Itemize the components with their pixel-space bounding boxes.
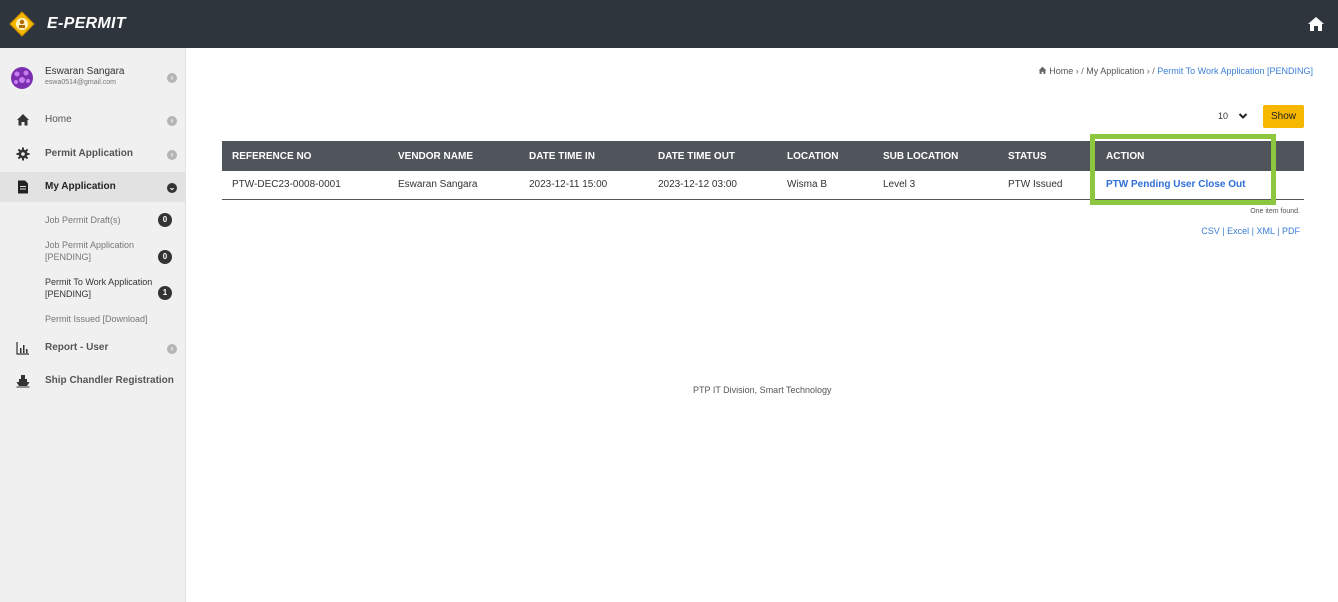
breadcrumb-separator: › / xyxy=(1073,66,1087,76)
cell-date-time-out: 2023-12-12 03:00 xyxy=(648,171,777,200)
logo-icon xyxy=(9,11,35,37)
table-row: PTW-DEC23-0008-0001 Eswaran Sangara 2023… xyxy=(222,171,1304,200)
subitem-label: Permit Issued [Download] xyxy=(45,314,148,324)
breadcrumb: Home › / My Application › / Permit To Wo… xyxy=(1038,66,1313,76)
breadcrumb-my-application[interactable]: My Application xyxy=(1086,66,1144,76)
sidebar-subitem-permit-to-work-pending[interactable]: Permit To Work Application [PENDING] 1 xyxy=(0,274,186,302)
sidebar-subitem-permit-issued[interactable]: Permit Issued [Download] xyxy=(0,311,186,327)
home-icon xyxy=(16,113,30,127)
export-excel-link[interactable]: Excel xyxy=(1227,226,1249,236)
document-icon xyxy=(16,180,30,194)
column-header-date-time-out[interactable]: DATE TIME OUT xyxy=(648,141,777,171)
subitem-label: Job Permit Application [PENDING] xyxy=(45,240,135,262)
avatar xyxy=(10,66,34,90)
table-header-row: REFERENCE NO VENDOR NAME DATE TIME IN DA… xyxy=(222,141,1304,171)
app-brand: E-PERMIT xyxy=(47,15,126,32)
sidebar-item-label: Home xyxy=(45,114,72,125)
gear-icon xyxy=(16,147,30,161)
cell-action: PTW Pending User Close Out xyxy=(1096,171,1304,200)
user-profile: Eswaran Sangara eswa0514@gmail.com › xyxy=(0,60,186,100)
ship-icon xyxy=(16,374,30,388)
subitem-label: Job Permit Draft(s) xyxy=(45,215,121,225)
cell-status: PTW Issued xyxy=(998,171,1096,200)
subitem-label: Permit To Work Application [PENDING] xyxy=(45,277,153,299)
sidebar-item-label: Report - User xyxy=(45,342,109,353)
cell-reference-no: PTW-DEC23-0008-0001 xyxy=(222,171,388,200)
sidebar-subitem-job-permit-pending[interactable]: Job Permit Application [PENDING] 0 xyxy=(0,237,186,265)
breadcrumb-home[interactable]: Home xyxy=(1049,66,1073,76)
home-icon[interactable] xyxy=(1038,66,1050,76)
count-badge: 1 xyxy=(158,286,172,300)
count-badge: 0 xyxy=(158,213,172,227)
breadcrumb-current[interactable]: Permit To Work Application [PENDING] xyxy=(1157,66,1313,76)
expand-icon[interactable]: › xyxy=(167,150,177,160)
count-badge: 0 xyxy=(158,250,172,264)
column-header-reference-no[interactable]: REFERENCE NO xyxy=(222,141,388,171)
cell-vendor-name: Eswaran Sangara xyxy=(388,171,519,200)
permit-table: REFERENCE NO VENDOR NAME DATE TIME IN DA… xyxy=(222,141,1304,200)
cell-location: Wisma B xyxy=(777,171,873,200)
chevron-down-icon xyxy=(1238,111,1248,121)
page-size-select[interactable]: 10 xyxy=(1208,106,1256,126)
expand-icon[interactable]: › xyxy=(167,344,177,354)
user-name: Eswaran Sangara xyxy=(45,66,125,77)
page-footer: PTP IT Division, Smart Technology xyxy=(693,385,832,395)
export-links: CSV | Excel | XML | PDF xyxy=(1201,226,1300,236)
profile-expand-icon[interactable]: › xyxy=(167,73,177,83)
column-header-sub-location[interactable]: SUB LOCATION xyxy=(873,141,998,171)
sidebar-item-report-user[interactable]: Report - User › xyxy=(0,333,186,363)
user-email: eswa0514@gmail.com xyxy=(45,79,116,86)
home-icon[interactable] xyxy=(1306,14,1326,34)
ptw-close-out-link[interactable]: PTW Pending User Close Out xyxy=(1106,179,1245,190)
cell-sub-location: Level 3 xyxy=(873,171,998,200)
top-bar: E-PERMIT xyxy=(0,0,1338,48)
export-separator: | xyxy=(1274,226,1282,236)
results-count: One item found. xyxy=(1250,208,1300,215)
column-header-location[interactable]: LOCATION xyxy=(777,141,873,171)
bar-chart-icon xyxy=(16,341,30,355)
export-pdf-link[interactable]: PDF xyxy=(1282,226,1300,236)
export-csv-link[interactable]: CSV xyxy=(1201,226,1220,236)
export-xml-link[interactable]: XML xyxy=(1256,226,1274,236)
column-header-status[interactable]: STATUS xyxy=(998,141,1096,171)
column-header-vendor-name[interactable]: VENDOR NAME xyxy=(388,141,519,171)
page-size-value: 10 xyxy=(1218,111,1229,121)
sidebar-item-ship-chandler[interactable]: Ship Chandler Registration xyxy=(0,366,186,396)
sidebar-subitem-job-permit-drafts[interactable]: Job Permit Draft(s) 0 xyxy=(0,210,186,230)
sidebar-item-label: My Application xyxy=(45,181,116,192)
sidebar-item-my-application[interactable]: My Application ⌄ xyxy=(0,172,186,202)
sidebar-item-label: Ship Chandler Registration xyxy=(45,375,174,386)
column-header-date-time-in[interactable]: DATE TIME IN xyxy=(519,141,648,171)
collapse-icon[interactable]: ⌄ xyxy=(167,183,177,193)
sidebar-item-home[interactable]: Home › xyxy=(0,105,186,135)
expand-icon[interactable]: › xyxy=(167,116,177,126)
sidebar-item-label: Permit Application xyxy=(45,148,133,159)
show-button[interactable]: Show xyxy=(1263,105,1304,128)
column-header-action: ACTION xyxy=(1096,141,1304,171)
cell-date-time-in: 2023-12-11 15:00 xyxy=(519,171,648,200)
sidebar: Eswaran Sangara eswa0514@gmail.com › Hom… xyxy=(0,48,186,602)
breadcrumb-separator: › / xyxy=(1144,66,1158,76)
sidebar-item-permit-application[interactable]: Permit Application › xyxy=(0,139,186,169)
